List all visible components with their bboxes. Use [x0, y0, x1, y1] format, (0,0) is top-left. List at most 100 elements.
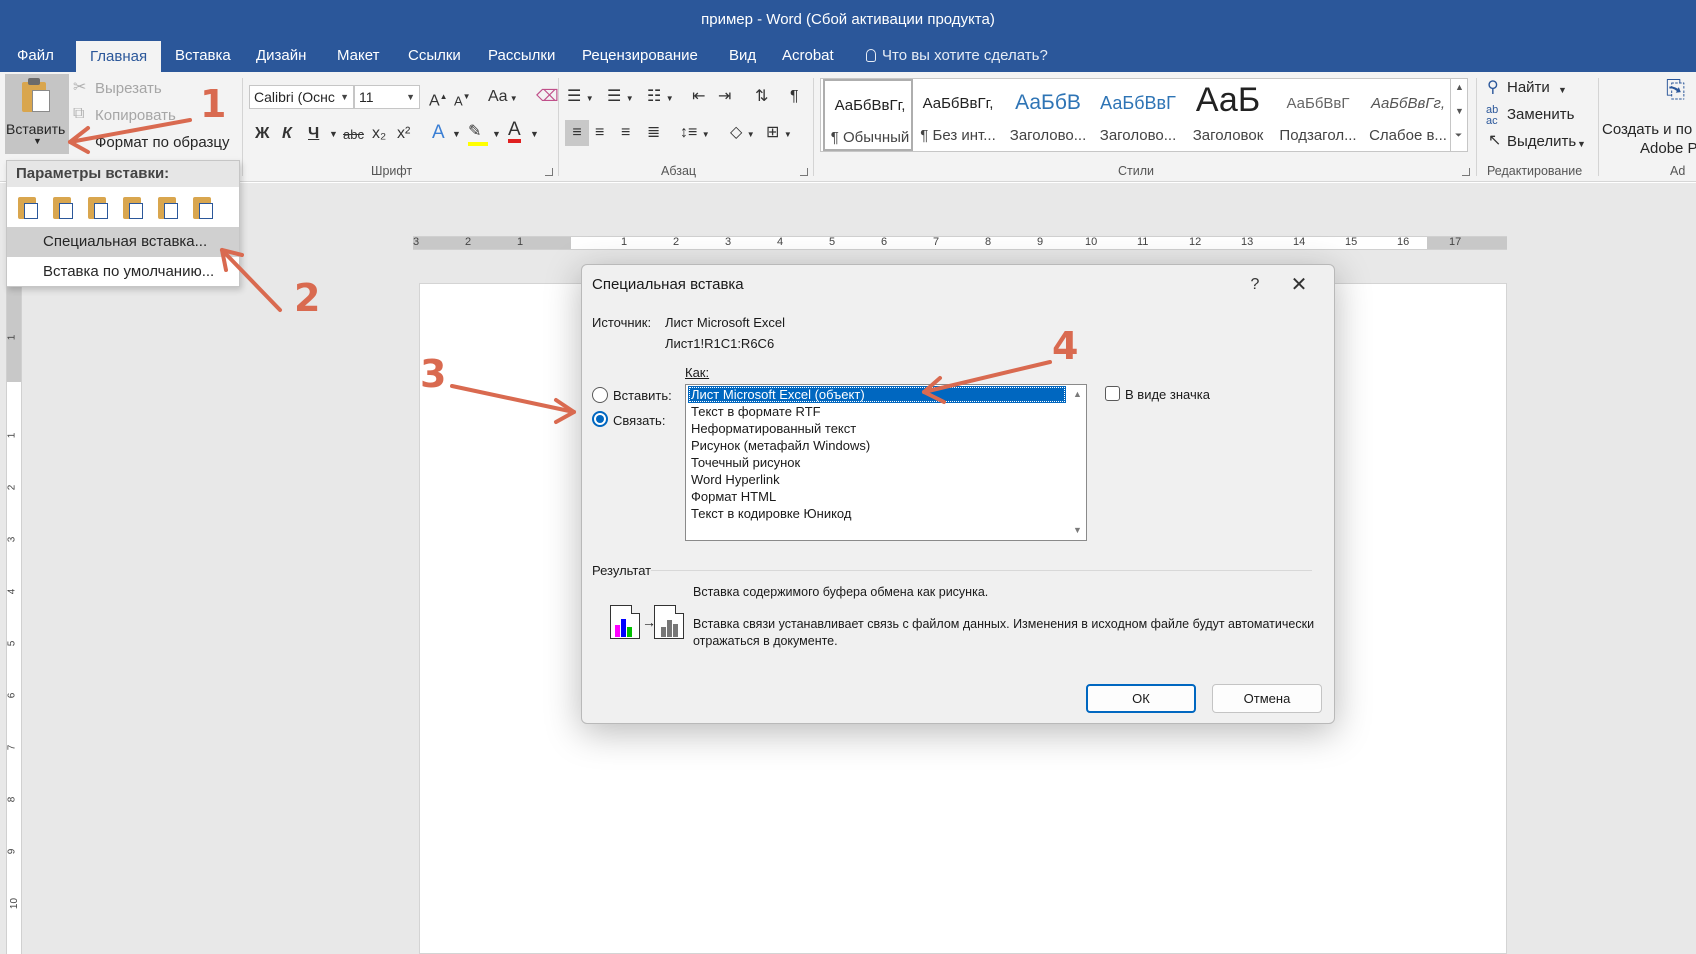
tab-home[interactable]: Главная	[76, 41, 162, 72]
list-item[interactable]: Рисунок (метафайл Windows)	[688, 437, 1066, 454]
paste-link-icon[interactable]	[86, 195, 110, 221]
radio-paste-label[interactable]: Вставить:	[613, 388, 672, 403]
ruler-number: 3	[725, 236, 732, 248]
show-marks-button[interactable]: ¶	[790, 87, 799, 107]
listbox-scrollbar[interactable]: ▲ ▼	[1068, 385, 1086, 540]
tab-review[interactable]: Рецензирование	[582, 40, 698, 72]
tab-view[interactable]: Вид	[729, 40, 756, 72]
tab-file[interactable]: Файл	[17, 40, 54, 72]
paste-merge-format-icon[interactable]	[51, 195, 75, 221]
font-dialog-launcher[interactable]	[545, 168, 553, 176]
style-subtle-emphasis[interactable]: АаБбВвГг, Слабое в...	[1363, 79, 1453, 151]
decrease-indent-icon[interactable]: ⇤	[692, 87, 705, 107]
list-item[interactable]: Лист Microsoft Excel (объект)	[688, 386, 1066, 403]
font-size-combo[interactable]: 11 ▼	[354, 85, 420, 109]
set-default-paste-item[interactable]: Вставка по умолчанию...	[7, 257, 239, 287]
radio-link-label[interactable]: Связать:	[613, 413, 665, 428]
cancel-button[interactable]: Отмена	[1212, 684, 1322, 713]
chevron-down-icon[interactable]: ▼	[530, 124, 539, 144]
highlight-icon[interactable]: ✎	[468, 122, 488, 146]
italic-button[interactable]: К	[282, 124, 292, 144]
grow-font-icon[interactable]: A▲	[429, 87, 448, 111]
tab-references[interactable]: Ссылки	[408, 40, 461, 72]
style-subtitle[interactable]: АаБбВвГ Подзагол...	[1273, 79, 1363, 151]
list-item[interactable]: Неформатированный текст	[688, 420, 1066, 437]
tell-me-box[interactable]: Что вы хотите сделать?	[866, 40, 1048, 72]
adobe-create-label[interactable]: Создать и по	[1602, 121, 1692, 138]
close-icon[interactable]: ✕	[1287, 273, 1311, 297]
style-no-spacing[interactable]: АаБбВвГг, ¶ Без инт...	[913, 79, 1003, 151]
style-heading-2[interactable]: АаБбВвГ Заголово...	[1093, 79, 1183, 151]
chevron-down-icon[interactable]: ▼	[492, 124, 501, 144]
paste-as-listbox[interactable]: Лист Microsoft Excel (объект) Текст в фо…	[685, 384, 1087, 541]
align-right-icon[interactable]: ≡	[621, 123, 630, 143]
paste-dropdown-chevron[interactable]: ▼	[33, 136, 42, 146]
subscript-button[interactable]: x₂	[372, 124, 386, 144]
adobe-create-label-2[interactable]: Adobe P	[1640, 140, 1696, 157]
chevron-down-icon[interactable]: ▼	[1577, 134, 1586, 154]
sort-icon[interactable]: ⇅	[755, 87, 768, 107]
underline-button[interactable]: Ч	[308, 124, 319, 144]
format-painter-button[interactable]: Формат по образцу	[95, 134, 230, 151]
align-left-icon[interactable]: ≡	[565, 120, 589, 146]
ruler-number: 9	[6, 848, 18, 855]
numbering-icon[interactable]: ☰ ▼	[607, 87, 634, 109]
change-case-icon[interactable]: Aa ▼	[488, 87, 518, 109]
text-effects-icon[interactable]: A	[432, 123, 445, 143]
bold-button[interactable]: Ж	[255, 124, 269, 144]
align-center-icon[interactable]: ≡	[595, 123, 604, 143]
style-heading-1[interactable]: АаБбВ Заголово...	[1003, 79, 1093, 151]
chevron-down-icon[interactable]: ▼	[1558, 80, 1567, 100]
list-item[interactable]: Точечный рисунок	[688, 454, 1066, 471]
paste-text-only-icon[interactable]	[191, 195, 215, 221]
list-item[interactable]: Формат HTML	[688, 488, 1066, 505]
paste-link-merge-icon[interactable]	[121, 195, 145, 221]
styles-gallery-scroll[interactable]: ▲ ▼ ⏷	[1450, 78, 1468, 152]
tab-acrobat[interactable]: Acrobat	[782, 40, 834, 72]
horizontal-ruler[interactable]: 3 2 1 1 2 3 4 5 6 7 8 9 10 11 12 13 14 1…	[413, 236, 1507, 250]
vertical-ruler[interactable]: 1 1 2 3 4 5 6 7 8 9 10	[6, 280, 22, 954]
paste-picture-icon[interactable]	[156, 195, 180, 221]
multilevel-list-icon[interactable]: ☷ ▼	[647, 87, 674, 109]
replace-button[interactable]: Заменить	[1507, 106, 1574, 123]
superscript-button[interactable]: x²	[397, 124, 410, 144]
cut-button[interactable]: Вырезать	[95, 80, 162, 97]
styles-dialog-launcher[interactable]	[1462, 168, 1470, 176]
select-button[interactable]: Выделить	[1507, 133, 1576, 150]
tab-insert[interactable]: Вставка	[175, 40, 231, 72]
shrink-font-icon[interactable]: A▼	[454, 87, 471, 111]
justify-icon[interactable]: ≣	[647, 123, 660, 143]
clear-formatting-icon[interactable]: ⌫	[536, 87, 559, 107]
chevron-down-icon[interactable]: ▼	[329, 124, 338, 144]
as-icon-checkbox[interactable]	[1105, 386, 1120, 401]
borders-icon[interactable]: ⊞ ▼	[766, 123, 792, 145]
find-button[interactable]: Найти	[1507, 79, 1550, 96]
list-item[interactable]: Word Hyperlink	[688, 471, 1066, 488]
line-spacing-icon[interactable]: ↕≡ ▼	[680, 123, 710, 145]
style-title[interactable]: АаБ Заголовок	[1183, 79, 1273, 151]
help-button[interactable]: ?	[1243, 273, 1267, 297]
title-bar: пример - Word (Сбой активации продукта)	[0, 0, 1696, 40]
radio-link[interactable]	[592, 411, 608, 427]
shading-icon[interactable]: ◇ ▼	[730, 123, 755, 145]
font-color-button[interactable]: A	[508, 120, 521, 143]
style-normal[interactable]: АаБбВвГг, ¶ Обычный	[823, 79, 913, 151]
bullets-icon[interactable]: ☰ ▼	[567, 87, 594, 109]
chevron-down-icon[interactable]: ▼	[452, 124, 461, 144]
increase-indent-icon[interactable]: ⇥	[718, 87, 731, 107]
tab-mailings[interactable]: Рассылки	[488, 40, 555, 72]
paste-keep-source-icon[interactable]	[16, 195, 40, 221]
tab-design[interactable]: Дизайн	[256, 40, 306, 72]
list-item[interactable]: Текст в кодировке Юникод	[688, 505, 1066, 522]
copy-button[interactable]: Копировать	[95, 107, 176, 124]
paste-special-item[interactable]: Специальная вставка...	[7, 227, 239, 257]
paragraph-dialog-launcher[interactable]	[800, 168, 808, 176]
list-item[interactable]: Текст в формате RTF	[688, 403, 1066, 420]
ok-button[interactable]: ОК	[1086, 684, 1196, 713]
strikethrough-button[interactable]: abc	[343, 125, 364, 145]
radio-paste[interactable]	[592, 387, 608, 403]
font-name-combo[interactable]: Calibri (Оснс ▼	[249, 85, 354, 109]
annotation-number-3: 3	[420, 352, 447, 396]
tab-layout[interactable]: Макет	[337, 40, 379, 72]
as-icon-label[interactable]: В виде значка	[1125, 387, 1210, 402]
